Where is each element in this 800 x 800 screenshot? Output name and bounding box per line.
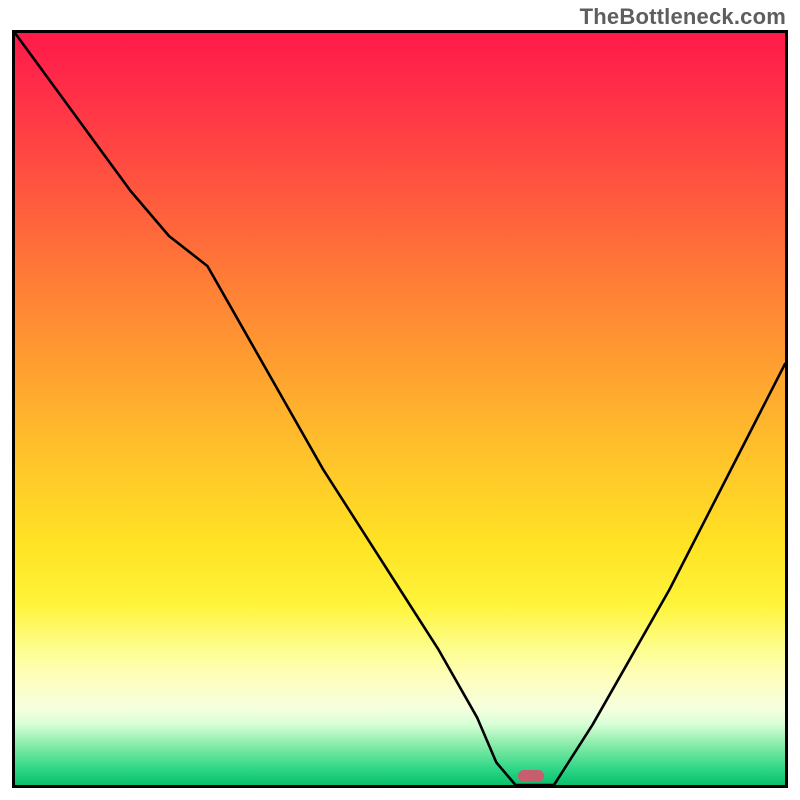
gradient-background (15, 33, 785, 785)
watermark-text: TheBottleneck.com (580, 4, 786, 30)
chart-frame (12, 30, 788, 788)
optimum-marker (518, 770, 544, 782)
